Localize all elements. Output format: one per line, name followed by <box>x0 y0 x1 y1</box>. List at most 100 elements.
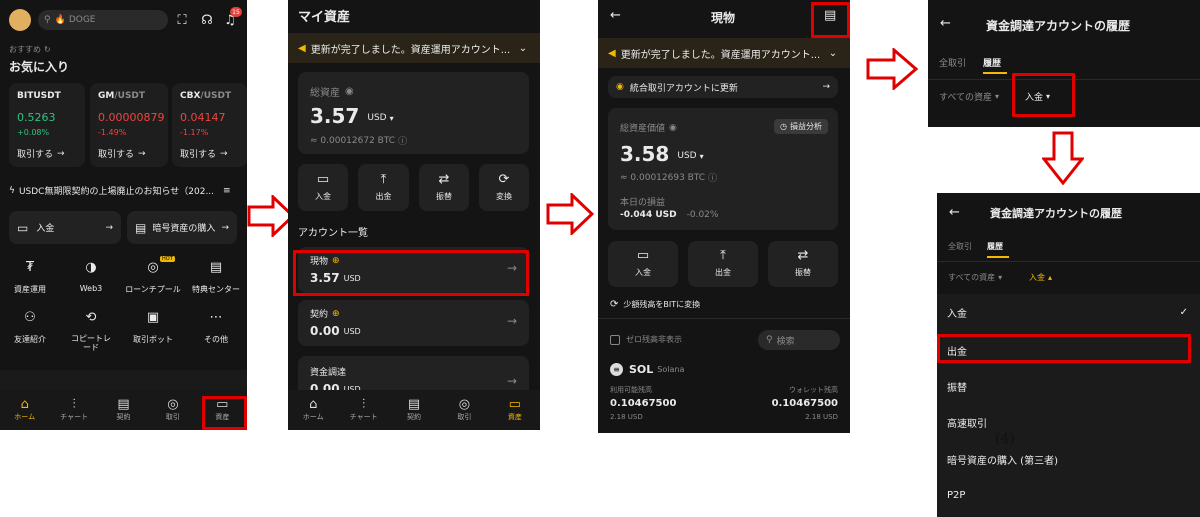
banner-text: 更新が完了しました。資産運用アカウント... <box>620 49 821 61</box>
chevron-down-icon[interactable]: ⌄ <box>519 43 527 54</box>
action-deposit[interactable]: ▭ 入金 <box>298 164 348 211</box>
ticker-card-cbx[interactable]: CBX/USDT 0.04147 -1.17% 取引する → <box>172 83 247 167</box>
chevron-down-icon[interactable]: ⌄ <box>829 48 837 59</box>
option-transfer[interactable]: 振替 <box>937 368 1200 404</box>
action-withdraw[interactable]: ⤒ 出金 <box>688 241 758 287</box>
refresh-icon[interactable]: ↻ <box>44 45 51 54</box>
grid-item-referral[interactable]: ⚇ 友達紹介 <box>0 310 60 345</box>
eye-icon[interactable]: ◉ <box>345 86 354 97</box>
tab-history[interactable]: 履歴 <box>987 241 1003 252</box>
search-input[interactable]: ⚲ 検索 <box>758 330 840 350</box>
btc-equivalent: ≈ 0.00012693 BTC ⓘ <box>620 171 717 185</box>
screen-home: ⚲ 🔥 DOGE ⛶ ☊ ♫ 15 おすすめ ↻ お気に入り BITUSDT 0… <box>0 0 247 430</box>
grid-label: 資産運用 <box>14 285 46 294</box>
nav-assets[interactable]: ▭ 資産 <box>490 390 540 430</box>
grid-label: コピートレード <box>71 334 111 352</box>
today-pnl-percent: -0.02% <box>686 210 719 220</box>
trade-link[interactable]: 取引する → <box>98 147 146 161</box>
more-icon: ⋯ <box>209 310 223 325</box>
action-transfer[interactable]: ⇄ 振替 <box>768 241 838 287</box>
headset-icon[interactable]: ☊ <box>197 10 217 30</box>
trade-link[interactable]: 取引する → <box>180 147 228 161</box>
ticker-card-bit[interactable]: BITUSDT 0.5263 +0.08% 取引する → <box>9 83 85 167</box>
info-icon[interactable]: ⓘ <box>708 171 717 184</box>
option-fast-trade[interactable]: 高速取引 <box>937 404 1200 440</box>
convert-small-balance[interactable]: ⟳ 少額残高をBITに変換 <box>610 299 700 310</box>
back-arrow-icon[interactable]: ← <box>940 16 951 31</box>
currency-select[interactable]: USD <box>367 113 386 123</box>
buy-crypto-label: 暗号資産の購入 <box>152 224 216 234</box>
scan-icon[interactable]: ⛶ <box>172 10 192 30</box>
filter-deposit[interactable]: 入金 ▴ <box>1029 272 1052 283</box>
filter-label: すべての資産 <box>948 273 996 282</box>
pnl-analysis-button[interactable]: ◷ 損益分析 <box>774 119 828 134</box>
action-convert[interactable]: ⟳ 変換 <box>479 164 529 211</box>
coin-name: Solana <box>657 365 685 374</box>
search-input[interactable]: ⚲ 🔥 DOGE <box>38 10 168 30</box>
total-label: 総資産 ◉ <box>310 84 354 99</box>
trade-label: 取引する <box>180 150 217 160</box>
page-title: マイ資産 <box>298 10 351 25</box>
eye-icon[interactable]: ◉ <box>669 123 677 133</box>
info-icon[interactable]: ⓘ <box>398 134 407 147</box>
filter-all-assets[interactable]: すべての資産 ▾ <box>939 90 999 103</box>
deposit-button[interactable]: ▭ 入金 → <box>9 211 121 244</box>
nav-chart[interactable]: ⫶ チャート <box>338 390 388 430</box>
nav-contract[interactable]: ▤ 契約 <box>99 390 148 430</box>
upgrade-account-button[interactable]: ◉ 統合取引アカウントに更新 → <box>608 76 838 98</box>
feature-grid: ₮ 資産運用 ◑ Web3 ◎ HOT ローンチプール ▤ 特典センター ⚇ 友… <box>0 256 247 360</box>
grid-item-rewards[interactable]: ▤ 特典センター <box>185 260 247 295</box>
coin-header[interactable]: ≡ SOL Solana <box>610 363 684 376</box>
divider <box>937 261 1200 262</box>
tab-all-transactions[interactable]: 全取引 <box>939 56 966 69</box>
nav-label: 取引 <box>165 413 180 421</box>
grid-item-asset-management[interactable]: ₮ 資産運用 <box>0 260 60 295</box>
tab-history[interactable]: 履歴 <box>983 56 1001 69</box>
tab-all-transactions[interactable]: 全取引 <box>948 241 972 252</box>
referral-icon: ⚇ <box>24 310 36 325</box>
contract-icon: ▤ <box>407 397 421 412</box>
grid-item-copy-trade[interactable]: ⟲ コピートレード <box>61 310 121 352</box>
trade-icon: ◎ <box>458 397 471 412</box>
filter-all-assets[interactable]: すべての資産 ▾ <box>948 272 1002 283</box>
update-banner[interactable]: ◀ 更新が完了しました。資産運用アカウント... ⌄ <box>288 33 540 63</box>
option-p2p[interactable]: P2P <box>937 477 1200 513</box>
nav-contract[interactable]: ▤ 契約 <box>389 390 439 430</box>
nav-label: 契約 <box>407 413 422 421</box>
option-deposit[interactable]: 入金 ✓ <box>937 294 1200 330</box>
option-buy-crypto-third-party[interactable]: 暗号資産の購入 (第三者) <box>937 441 1200 477</box>
back-arrow-icon[interactable]: ← <box>949 205 960 220</box>
highlight-deposit-filter <box>1012 73 1075 117</box>
promo-strip[interactable] <box>0 370 247 390</box>
nav-home[interactable]: ⌂ ホーム <box>0 390 49 430</box>
currency-select[interactable]: USD <box>677 151 696 161</box>
grid-item-web3[interactable]: ◑ Web3 <box>61 260 121 293</box>
avatar[interactable] <box>9 9 31 31</box>
arrow-right-icon: → <box>138 148 146 159</box>
grid-item-trading-bot[interactable]: ▣ 取引ボット <box>122 310 184 345</box>
menu-icon[interactable]: ≡ <box>223 186 231 196</box>
update-banner[interactable]: ◀ 更新が完了しました。資産運用アカウント... ⌄ <box>598 38 850 68</box>
action-deposit[interactable]: ▭ 入金 <box>608 241 678 287</box>
buy-crypto-button[interactable]: ▤ 暗号資産の購入 → <box>127 211 237 244</box>
action-withdraw[interactable]: ⤒ 出金 <box>358 164 409 211</box>
back-arrow-icon[interactable]: ← <box>610 8 621 23</box>
grid-item-more[interactable]: ⋯ その他 <box>185 310 247 345</box>
home-icon: ⌂ <box>20 397 29 412</box>
total-amount: 3.57 <box>310 104 360 128</box>
caret-up-icon: ▴ <box>1048 273 1053 282</box>
ticker-card-gm[interactable]: GM/USDT 0.00000879 -1.49% 取引する → <box>90 83 168 167</box>
account-contract[interactable]: 契約 ⊕ 0.00 USD → <box>298 300 529 346</box>
trade-link[interactable]: 取引する → <box>17 147 65 161</box>
nav-trade[interactable]: ◎ 取引 <box>148 390 197 430</box>
nav-chart[interactable]: ⫶ チャート <box>49 390 98 430</box>
transfer-icon: ⇄ <box>797 248 809 263</box>
action-transfer[interactable]: ⇄ 振替 <box>419 164 469 211</box>
grid-label: 友達紹介 <box>14 335 46 344</box>
grid-item-launchpool[interactable]: ◎ HOT ローンチプール <box>122 256 184 295</box>
news-ticker[interactable]: ϟ USDC無期限契約の上場廃止のお知らせ（202... ≡ <box>9 184 239 198</box>
nav-trade[interactable]: ◎ 取引 <box>439 390 489 430</box>
hide-zero-checkbox[interactable]: ゼロ残高非表示 <box>610 334 682 345</box>
nav-home[interactable]: ⌂ ホーム <box>288 390 338 430</box>
screen-spot: ← 現物 ▤ ◀ 更新が完了しました。資産運用アカウント... ⌄ ◉ 統合取引ア… <box>598 0 850 433</box>
